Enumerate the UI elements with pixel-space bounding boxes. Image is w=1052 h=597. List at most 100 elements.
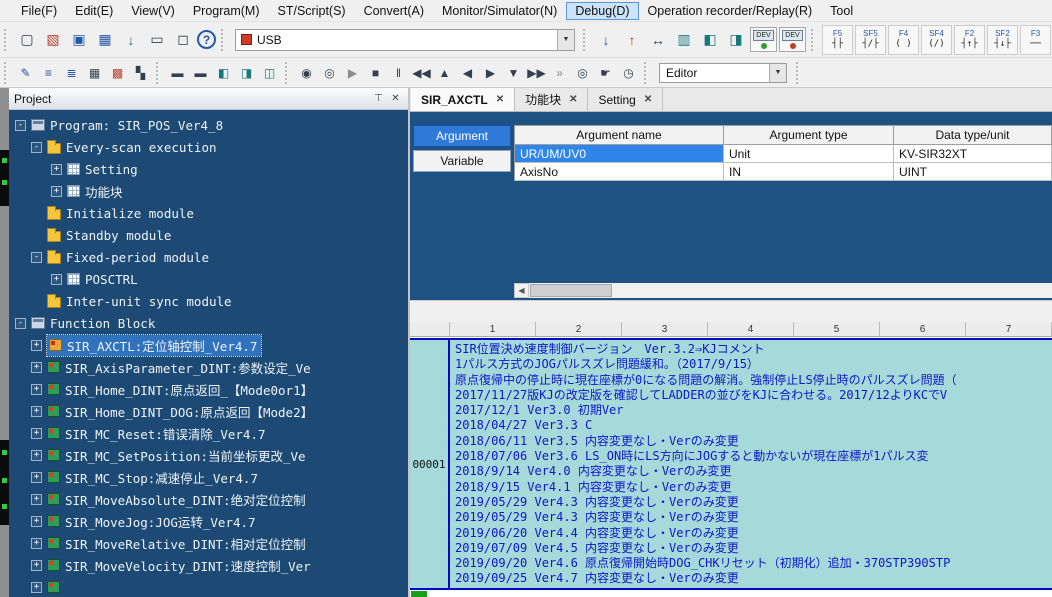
- expander-icon[interactable]: -: [31, 142, 42, 153]
- expander-icon[interactable]: +: [31, 472, 42, 483]
- tree-item-posctrl[interactable]: + POSCTRL: [9, 268, 408, 290]
- unit-monitor-icon[interactable]: ◧: [213, 62, 234, 83]
- toolbar-gripper[interactable]: [4, 62, 10, 84]
- toolbar-gripper[interactable]: [583, 29, 589, 51]
- pause-icon[interactable]: ‖: [388, 62, 409, 83]
- expander-icon[interactable]: +: [51, 164, 62, 175]
- play-icon[interactable]: ▶: [342, 62, 363, 83]
- menu-tool[interactable]: Tool: [821, 2, 862, 20]
- expander-icon[interactable]: +: [31, 560, 42, 571]
- registration-monitor-icon[interactable]: ◫: [259, 62, 280, 83]
- toolbar-gripper[interactable]: [796, 62, 802, 84]
- step-down-icon[interactable]: ▼: [503, 62, 524, 83]
- expander-icon[interactable]: -: [31, 252, 42, 263]
- fkey-hline[interactable]: F3 ──: [1020, 25, 1051, 55]
- step-up-icon[interactable]: ▲: [434, 62, 455, 83]
- run-to-cursor-icon[interactable]: »: [549, 62, 570, 83]
- toolbar-gripper[interactable]: [285, 62, 291, 84]
- tree-item-sir-home-dint[interactable]: + SIR_Home_DINT:原点返回_【Mode0or1】: [9, 378, 408, 400]
- menu-file[interactable]: File(F): [12, 2, 66, 20]
- close-icon[interactable]: ✕: [388, 91, 403, 106]
- tree-item-inter-unit-sync[interactable]: Inter-unit sync module: [9, 290, 408, 312]
- hand-tool-icon[interactable]: ☛: [595, 62, 616, 83]
- device-monitor-button-2[interactable]: DEV: [779, 27, 806, 52]
- monitor-stop-icon[interactable]: ◎: [319, 62, 340, 83]
- transfer-to-plc-icon[interactable]: ↓: [594, 28, 618, 52]
- print-preview-icon[interactable]: ◻: [171, 28, 195, 52]
- edit-mode-icon[interactable]: ✎: [15, 62, 36, 83]
- tree-item-sir-mc-reset[interactable]: + SIR_MC_Reset:错误清除_Ver4.7: [9, 422, 408, 444]
- tree-item-sir-moveabsolute[interactable]: + SIR_MoveAbsolute_DINT:绝对定位控制: [9, 488, 408, 510]
- step-back-icon[interactable]: ◀: [457, 62, 478, 83]
- screen-a-icon[interactable]: ▬: [167, 62, 188, 83]
- step-forward-icon[interactable]: ▶: [480, 62, 501, 83]
- stop-icon[interactable]: ■: [365, 62, 386, 83]
- tree-item-sir-axctl[interactable]: + SIR_AXCTL:定位轴控制_Ver4.7: [9, 334, 408, 356]
- expander-icon[interactable]: -: [15, 318, 26, 329]
- menu-convert[interactable]: Convert(A): [355, 2, 433, 20]
- tree-item-function-block-file[interactable]: + 功能块: [9, 180, 408, 202]
- horizontal-scrollbar[interactable]: ◀: [514, 283, 1052, 298]
- list-insert-icon[interactable]: ≣: [61, 62, 82, 83]
- expander-icon[interactable]: +: [31, 340, 42, 351]
- expander-icon[interactable]: +: [31, 362, 42, 373]
- pane-splitter[interactable]: [410, 300, 1052, 322]
- tree-item-sir-mc-setposition[interactable]: + SIR_MC_SetPosition:当前坐标更改_Ve: [9, 444, 408, 466]
- fkey-contact-closed[interactable]: SF5 ┤/├: [855, 25, 886, 55]
- menu-edit[interactable]: Edit(E): [66, 2, 122, 20]
- cell-argument-type[interactable]: IN: [724, 163, 894, 181]
- device-monitor-button[interactable]: DEV: [750, 27, 777, 52]
- save-as-icon[interactable]: ▦: [93, 28, 117, 52]
- transfer-from-plc-icon[interactable]: ↑: [620, 28, 644, 52]
- cell-argument-name[interactable]: UR/UM/UV0: [514, 145, 724, 163]
- screen-b-icon[interactable]: ▬: [190, 62, 211, 83]
- close-icon[interactable]: ✕: [644, 94, 652, 105]
- menu-program[interactable]: Program(M): [184, 2, 269, 20]
- breakpoint-icon[interactable]: ◎: [572, 62, 593, 83]
- menu-debug[interactable]: Debug(D): [566, 2, 638, 20]
- expander-icon[interactable]: +: [51, 186, 62, 197]
- tree-item-fixed-period-module[interactable]: - Fixed-period module: [9, 246, 408, 268]
- tree-item-sir-axisparameter[interactable]: + SIR_AxisParameter_DINT:参数设定_Ve: [9, 356, 408, 378]
- ladder-grid-red-icon[interactable]: ▩: [107, 62, 128, 83]
- expander-icon[interactable]: +: [31, 582, 42, 593]
- scroll-left-icon[interactable]: ◀: [514, 283, 529, 298]
- fkey-contact-open[interactable]: F5 ┤├: [822, 25, 853, 55]
- toolbar-gripper[interactable]: [156, 62, 162, 84]
- skip-to-end-icon[interactable]: ▶▶: [526, 62, 547, 83]
- help-icon[interactable]: ?: [197, 30, 216, 49]
- monitor-icon[interactable]: ◧: [698, 28, 722, 52]
- open-project-icon[interactable]: ▧: [41, 28, 65, 52]
- tree-item-sir-home-dint-dog[interactable]: + SIR_Home_DINT_DOG:原点返回【Mode2】: [9, 400, 408, 422]
- close-icon[interactable]: ✕: [496, 94, 504, 105]
- expander-icon[interactable]: +: [31, 406, 42, 417]
- fkey-rising-edge[interactable]: F2 ┤↑├: [954, 25, 985, 55]
- import-icon[interactable]: ↓: [119, 28, 143, 52]
- tree-item-setting[interactable]: + Setting: [9, 158, 408, 180]
- rung-comment-block[interactable]: 00001 SIR位置決め速度制御バージョン Ver.3.2⇒KJコメント 1パ…: [410, 338, 1052, 590]
- print-icon[interactable]: ▭: [145, 28, 169, 52]
- new-file-icon[interactable]: ▢: [15, 28, 39, 52]
- expander-icon[interactable]: +: [31, 450, 42, 461]
- expander-icon[interactable]: +: [31, 428, 42, 439]
- tree-item-function-block-group[interactable]: - Function Block: [9, 312, 408, 334]
- cell-data-type[interactable]: KV-SIR32XT: [894, 145, 1052, 163]
- expander-icon[interactable]: +: [51, 274, 62, 285]
- expander-icon[interactable]: +: [31, 494, 42, 505]
- verify-icon[interactable]: ↔: [646, 28, 670, 52]
- list-edit-icon[interactable]: ≡: [38, 62, 59, 83]
- tree-item-standby-module[interactable]: Standby module: [9, 224, 408, 246]
- tab-variable[interactable]: Variable: [413, 150, 511, 172]
- close-icon[interactable]: ✕: [569, 94, 577, 105]
- toolbar-gripper[interactable]: [221, 29, 227, 51]
- chevron-down-icon[interactable]: ▼: [557, 30, 574, 50]
- toolbar-gripper[interactable]: [644, 62, 650, 84]
- tab-argument[interactable]: Argument: [413, 125, 511, 147]
- timer-icon[interactable]: ◷: [618, 62, 639, 83]
- fkey-coil-neg[interactable]: SF4 (/): [921, 25, 952, 55]
- tree-item-program[interactable]: - Program: SIR_POS_Ver4_8: [9, 114, 408, 136]
- tab-setting[interactable]: Setting ✕: [588, 88, 663, 111]
- tab-sir-axctl[interactable]: SIR_AXCTL ✕: [411, 88, 515, 111]
- fkey-coil[interactable]: F4 ( ): [888, 25, 919, 55]
- ladder-grid-icon[interactable]: ▦: [84, 62, 105, 83]
